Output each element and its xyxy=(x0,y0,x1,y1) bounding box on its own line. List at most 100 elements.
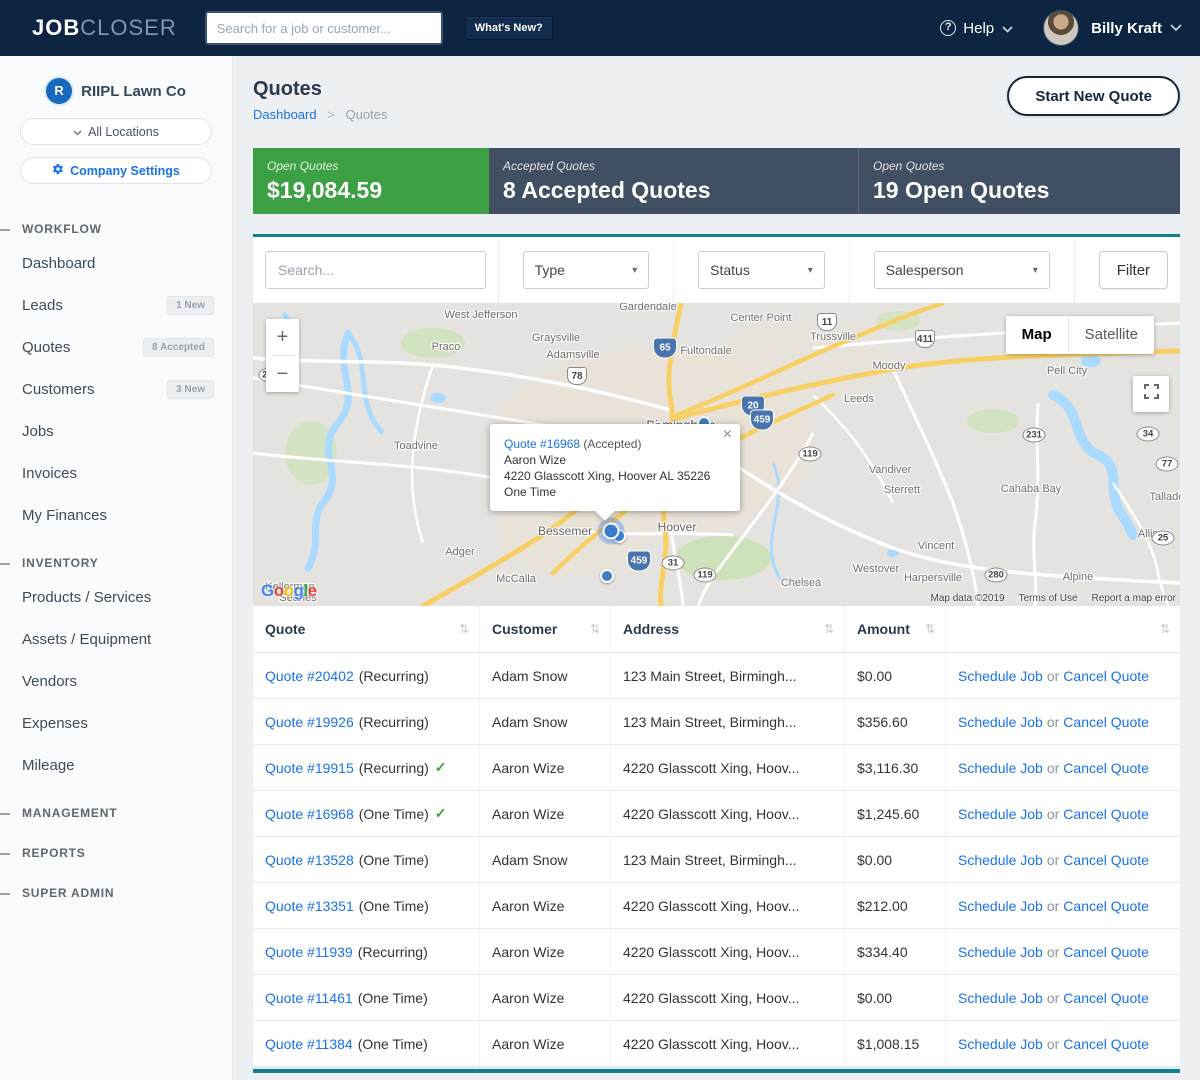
route-shield-icon: 65 xyxy=(654,339,676,358)
user-avatar[interactable] xyxy=(1043,10,1079,46)
satellite-button[interactable]: Satellite xyxy=(1069,316,1154,354)
report-map-error-link[interactable]: Report a map error xyxy=(1092,593,1176,604)
chevron-down-icon: ▾ xyxy=(632,265,637,276)
quotes-map[interactable]: GardendaleWest JeffersonCenter PointTrus… xyxy=(253,303,1180,606)
sidebar-section-title-management[interactable]: MANAGEMENT xyxy=(0,800,232,826)
all-locations-dropdown[interactable]: All Locations xyxy=(20,118,212,145)
accepted-check-icon: ✓ xyxy=(435,759,447,776)
sidebar-section-title-inventory[interactable]: INVENTORY xyxy=(0,550,232,576)
sidebar-section-title-workflow[interactable]: WORKFLOW xyxy=(0,216,232,242)
sidebar-item-my-finances[interactable]: My Finances xyxy=(0,494,232,536)
terms-of-use-link[interactable]: Terms of Use xyxy=(1019,593,1078,604)
user-menu-chevron-icon[interactable] xyxy=(1170,19,1182,37)
table-header-customer[interactable]: Customer⇅ xyxy=(480,606,611,652)
map-marker[interactable] xyxy=(600,569,614,583)
cancel-quote-link[interactable]: Cancel Quote xyxy=(1063,668,1149,684)
cancel-quote-link[interactable]: Cancel Quote xyxy=(1063,1036,1149,1052)
type-select[interactable]: Type ▾ xyxy=(523,251,650,289)
column-label: Quote xyxy=(265,621,305,637)
sort-icon[interactable]: ⇅ xyxy=(590,622,600,636)
schedule-job-link[interactable]: Schedule Job xyxy=(958,1036,1043,1052)
schedule-job-link[interactable]: Schedule Job xyxy=(958,806,1043,822)
zoom-in-button[interactable]: + xyxy=(266,319,299,355)
sidebar-item-jobs[interactable]: Jobs xyxy=(0,410,232,452)
cell-actions: Schedule JoborCancel Quote xyxy=(946,699,1180,744)
table-header-quote[interactable]: Quote ⇅ xyxy=(253,606,480,652)
route-shield-icon: 78 xyxy=(567,367,587,385)
quote-link[interactable]: Quote #20402 xyxy=(265,668,354,684)
sidebar-item-products-services[interactable]: Products / Services xyxy=(0,576,232,618)
stat-card-open-quotes-value[interactable]: Open Quotes $19,084.59 xyxy=(253,148,489,214)
schedule-job-link[interactable]: Schedule Job xyxy=(958,944,1043,960)
quote-link[interactable]: Quote #11384 xyxy=(265,1036,353,1052)
table-header-actions[interactable]: ⇅ xyxy=(946,606,1180,652)
quote-link[interactable]: Quote #16968 xyxy=(265,806,354,822)
schedule-job-link[interactable]: Schedule Job xyxy=(958,990,1043,1006)
info-window-address: 4220 Glasscott Xing, Hoover AL 35226 xyxy=(504,468,726,484)
sort-icon[interactable]: ⇅ xyxy=(459,622,469,636)
sidebar-item-customers[interactable]: Customers 3 New xyxy=(0,368,232,410)
stat-card-accepted-quotes[interactable]: Accepted Quotes 8 Accepted Quotes xyxy=(489,148,858,214)
schedule-job-link[interactable]: Schedule Job xyxy=(958,714,1043,730)
schedule-job-link[interactable]: Schedule Job xyxy=(958,898,1043,914)
map-marker-active[interactable] xyxy=(603,523,620,540)
help-menu[interactable]: ? Help xyxy=(940,20,1013,37)
status-select[interactable]: Status ▾ xyxy=(698,251,825,289)
cell-amount: $0.00 xyxy=(845,653,946,698)
sidebar-item-invoices[interactable]: Invoices xyxy=(0,452,232,494)
sidebar-item-leads[interactable]: Leads1 New xyxy=(0,284,232,326)
whats-new-button[interactable]: What's New? xyxy=(465,16,553,40)
cancel-quote-link[interactable]: Cancel Quote xyxy=(1063,944,1149,960)
quote-link[interactable]: Quote #11461 xyxy=(265,990,353,1006)
close-icon[interactable]: × xyxy=(723,427,732,443)
quote-link[interactable]: Quote #13351 xyxy=(265,898,354,914)
zoom-out-button[interactable]: − xyxy=(266,356,299,392)
company-settings-button[interactable]: Company Settings xyxy=(20,157,212,184)
map-place-label: Adger xyxy=(445,546,474,558)
quote-type: (One Time) xyxy=(359,898,429,914)
cancel-quote-link[interactable]: Cancel Quote xyxy=(1063,806,1149,822)
breadcrumb-dashboard-link[interactable]: Dashboard xyxy=(253,107,317,122)
google-logo[interactable]: Google xyxy=(261,581,317,601)
cancel-quote-link[interactable]: Cancel Quote xyxy=(1063,760,1149,776)
quote-search-input[interactable] xyxy=(265,251,486,289)
sidebar-item-vendors[interactable]: Vendors xyxy=(0,660,232,702)
info-window-quote-link[interactable]: Quote #16968 xyxy=(504,437,580,451)
filter-button[interactable]: Filter xyxy=(1099,251,1168,289)
sidebar-item-quotes[interactable]: Quotes8 Accepted xyxy=(0,326,232,368)
fullscreen-button[interactable] xyxy=(1133,376,1169,412)
sidebar-item-expenses[interactable]: Expenses xyxy=(0,702,232,744)
sort-icon[interactable]: ⇅ xyxy=(824,622,834,636)
stat-card-open-quotes-count[interactable]: Open Quotes 19 Open Quotes xyxy=(858,148,1180,214)
cell-customer: Aaron Wize xyxy=(480,745,611,790)
global-search-input[interactable] xyxy=(205,11,443,45)
schedule-job-link[interactable]: Schedule Job xyxy=(958,760,1043,776)
sidebar-section-title-super-admin[interactable]: SUPER ADMIN xyxy=(0,880,232,906)
schedule-job-link[interactable]: Schedule Job xyxy=(958,668,1043,684)
sidebar-item-badge: 3 New xyxy=(167,380,214,399)
quote-link[interactable]: Quote #19915 xyxy=(265,760,354,776)
quote-link[interactable]: Quote #19926 xyxy=(265,714,354,730)
cancel-quote-link[interactable]: Cancel Quote xyxy=(1063,852,1149,868)
schedule-job-link[interactable]: Schedule Job xyxy=(958,852,1043,868)
cancel-quote-link[interactable]: Cancel Quote xyxy=(1063,990,1149,1006)
sort-icon[interactable]: ⇅ xyxy=(1160,622,1170,636)
user-name[interactable]: Billy Kraft xyxy=(1091,20,1162,37)
app-logo[interactable]: JOBCLOSER xyxy=(32,15,177,41)
table-header-address[interactable]: Address⇅ xyxy=(611,606,845,652)
sidebar-section-title-reports[interactable]: REPORTS xyxy=(0,840,232,866)
quote-link[interactable]: Quote #13528 xyxy=(265,852,354,868)
sidebar-item-mileage[interactable]: Mileage xyxy=(0,744,232,786)
sidebar-item-assets-equipment[interactable]: Assets / Equipment xyxy=(0,618,232,660)
map-place-label: Leeds xyxy=(844,393,874,405)
quote-link[interactable]: Quote #11939 xyxy=(265,944,353,960)
salesperson-select[interactable]: Salesperson ▾ xyxy=(874,251,1050,289)
sort-icon[interactable]: ⇅ xyxy=(925,622,935,636)
table-header-amount[interactable]: Amount⇅ xyxy=(845,606,946,652)
cancel-quote-link[interactable]: Cancel Quote xyxy=(1063,714,1149,730)
start-new-quote-button[interactable]: Start New Quote xyxy=(1007,76,1180,116)
cancel-quote-link[interactable]: Cancel Quote xyxy=(1063,898,1149,914)
sidebar-item-label: Customers xyxy=(22,381,95,398)
map-button[interactable]: Map xyxy=(1006,316,1069,354)
sidebar-item-dashboard[interactable]: Dashboard xyxy=(0,242,232,284)
